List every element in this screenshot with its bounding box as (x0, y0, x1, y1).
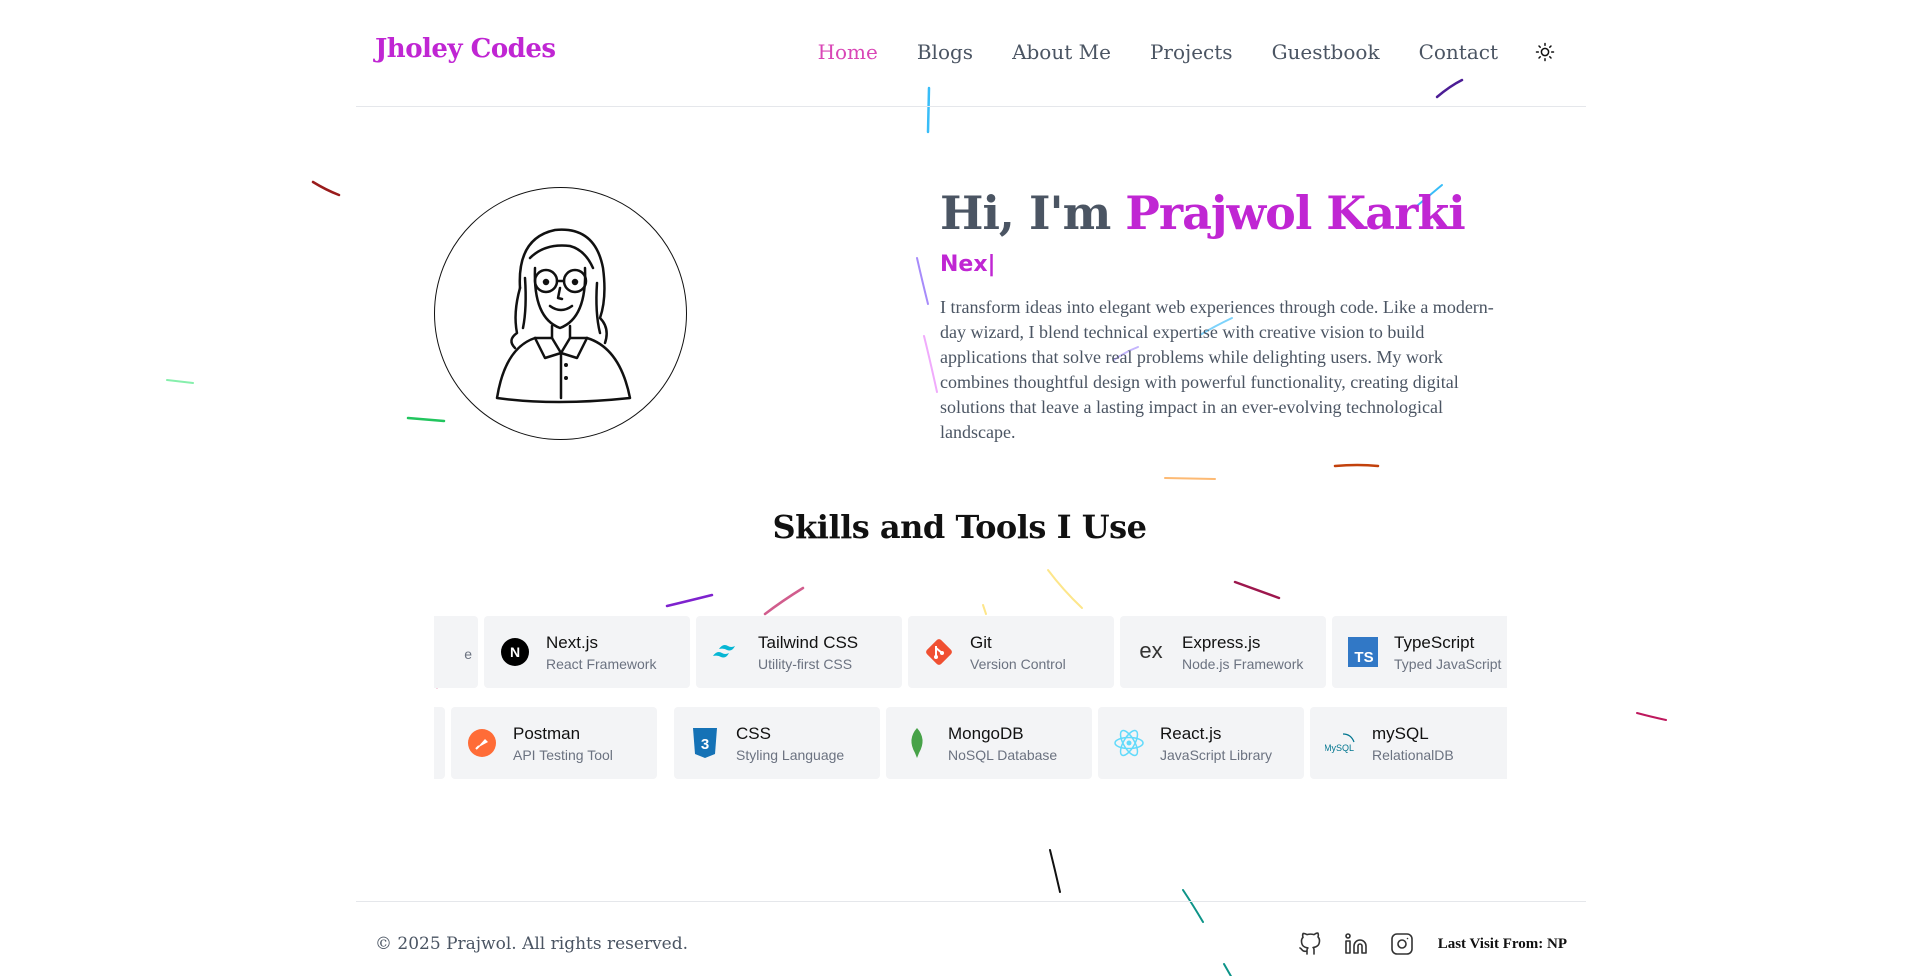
skill-desc: Node.js Framework (1182, 655, 1304, 672)
main-nav: Home Blogs About Me Projects Guestbook C… (779, 40, 1556, 64)
skill-card-tailwind[interactable]: Tailwind CSS Utility-first CSS (696, 616, 902, 688)
skill-card-mongodb[interactable]: MongoDB NoSQL Database (886, 707, 1092, 779)
git-icon (922, 635, 956, 669)
skill-card-react[interactable]: React.js JavaScript Library (1098, 707, 1304, 779)
skill-desc: Utility-first CSS (758, 655, 853, 672)
nav-home[interactable]: Home (818, 40, 878, 64)
social-links: Last Visit From: NP (1296, 930, 1567, 958)
skill-name: mySQL (1372, 723, 1429, 743)
nav-projects[interactable]: Projects (1150, 40, 1233, 64)
instagram-link[interactable] (1388, 930, 1416, 958)
linkedin-icon (1344, 933, 1367, 954)
nav-contact[interactable]: Contact (1419, 40, 1498, 64)
last-visit-text: Last Visit From: NP (1437, 935, 1567, 952)
svg-text:N: N (510, 644, 520, 660)
tailwind-icon (710, 635, 744, 669)
postman-icon (465, 726, 499, 760)
skill-card-postman[interactable]: Postman API Testing Tool (451, 707, 657, 779)
site-header: Jholey Codes Home Blogs About Me Project… (356, 0, 1586, 107)
instagram-icon (1390, 933, 1413, 955)
typed-word: Nex (940, 252, 988, 277)
skill-card-typescript[interactable]: TS TypeScript Typed JavaScript (1332, 616, 1507, 688)
theme-toggle-button[interactable] (1534, 41, 1556, 63)
site-footer: © 2025 Prajwol. All rights reserved. Las… (356, 901, 1586, 977)
confetti-decoration (166, 78, 1667, 976)
nav-blogs[interactable]: Blogs (917, 40, 973, 64)
react-icon (1112, 726, 1146, 760)
svg-text:MySQL: MySQL (1325, 743, 1354, 753)
greeting-text: Hi, I'm (940, 186, 1111, 240)
skill-name: Git (970, 632, 992, 652)
skill-card-mysql[interactable]: MySQL mySQL RelationalDB (1310, 707, 1507, 779)
svg-text:TS: TS (1354, 649, 1373, 666)
skill-desc: Typed JavaScript (1394, 655, 1502, 672)
hero-intro: Hi, I'm Prajwol Karki Nex| I transform i… (940, 186, 1510, 463)
skill-desc: Version Control (970, 655, 1066, 672)
skill-desc: RelationalDB (1372, 746, 1454, 763)
typing-cursor: | (987, 252, 996, 277)
mysql-icon: MySQL (1324, 726, 1358, 760)
hero-bio: I transform ideas into elegant web exper… (940, 297, 1494, 442)
hero-name: Prajwol Karki (1125, 186, 1465, 240)
hero-title: Hi, I'm Prajwol Karki (940, 186, 1510, 240)
skill-card-git[interactable]: Git Version Control (908, 616, 1114, 688)
copyright-text: © 2025 Prajwol. All rights reserved. (375, 934, 689, 954)
site-logo[interactable]: Jholey Codes (375, 34, 556, 64)
express-icon: ex (1134, 635, 1168, 669)
skill-name: Next.js (546, 632, 598, 652)
skill-card[interactable]: e (434, 616, 478, 688)
skill-name: Postman (513, 723, 581, 743)
skill-name: CSS (736, 723, 771, 743)
svg-text:3: 3 (701, 736, 709, 753)
avatar-illustration (495, 228, 632, 404)
typing-text: Nex| (940, 252, 1510, 277)
linkedin-link[interactable] (1342, 930, 1370, 958)
skill-name: TypeScript (1394, 632, 1475, 652)
skill-name: Tailwind CSS (758, 632, 859, 652)
nav-guestbook[interactable]: Guestbook (1272, 40, 1380, 64)
skill-card[interactable] (434, 707, 445, 779)
skill-desc: Styling Language (736, 746, 845, 763)
github-link[interactable] (1296, 930, 1324, 958)
skill-desc: JavaScript Library (1160, 746, 1273, 763)
skill-card-nextjs[interactable]: N Next.js React Framework (484, 616, 690, 688)
skill-name: Express.js (1182, 632, 1261, 652)
skills-title: Skills and Tools I Use (772, 508, 1147, 546)
skill-desc: NoSQL Database (948, 746, 1058, 763)
sun-icon (1535, 42, 1555, 62)
nav-about-me[interactable]: About Me (1012, 40, 1111, 64)
profile-avatar (434, 187, 687, 440)
skill-name: MongoDB (948, 723, 1024, 743)
skill-desc: API Testing Tool (513, 746, 613, 763)
css-icon: 3 (688, 726, 722, 760)
typescript-icon: TS (1346, 635, 1380, 669)
mongodb-icon (900, 726, 934, 760)
skills-row-1: e N Next.js React Framework Tailwind CSS U… (434, 616, 1507, 688)
github-icon (1298, 932, 1321, 955)
skill-card-express[interactable]: ex Express.js Node.js Framework (1120, 616, 1326, 688)
skills-row-2: Postman API Testing Tool 3 CSS Styling Lan… (434, 707, 1507, 779)
skill-desc: e (464, 645, 472, 662)
svg-text:ex: ex (1139, 640, 1162, 663)
skill-desc: React Framework (546, 655, 657, 672)
skill-name: React.js (1160, 723, 1222, 743)
skill-card-css[interactable]: 3 CSS Styling Language (674, 707, 880, 779)
nextjs-icon: N (498, 635, 532, 669)
